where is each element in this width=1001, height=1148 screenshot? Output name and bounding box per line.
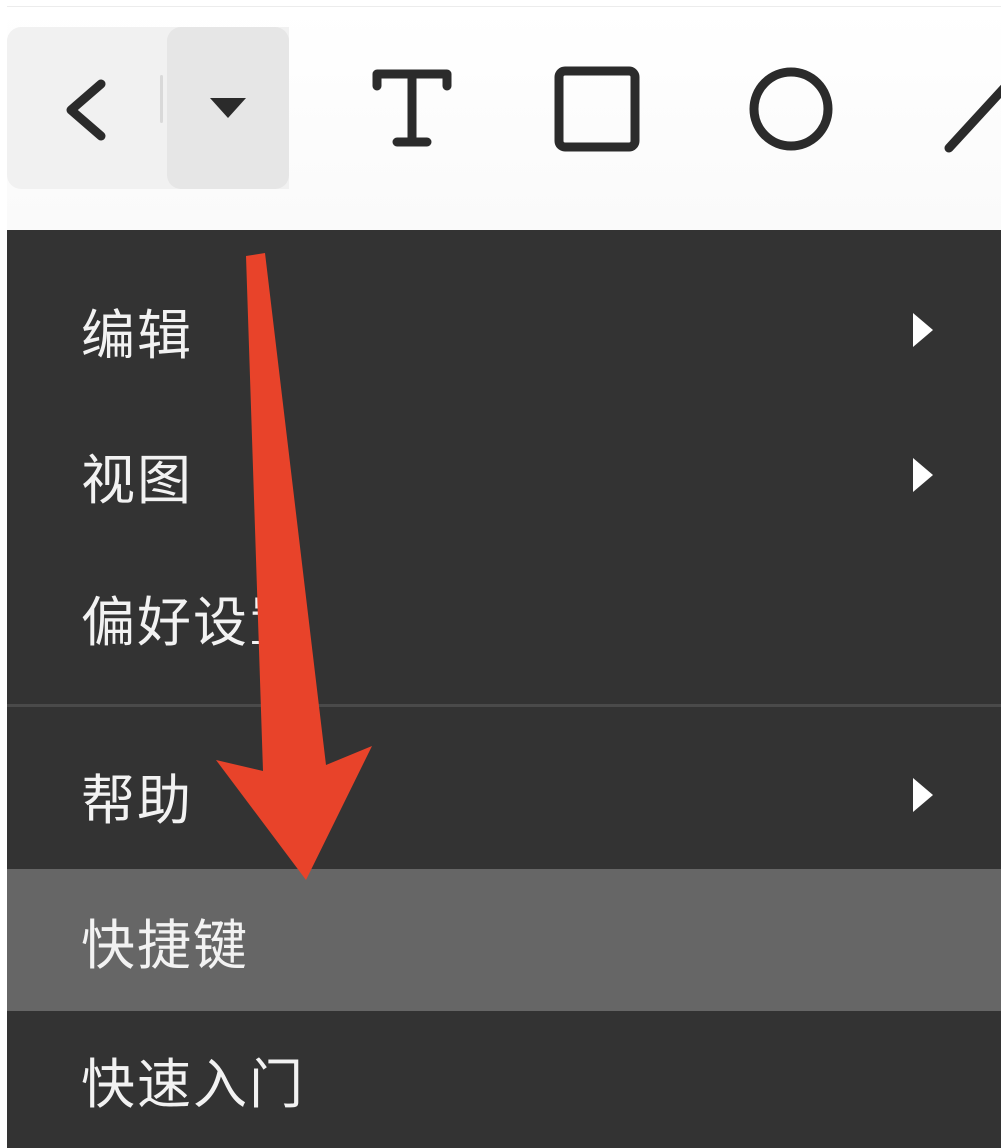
- app-frame: 编辑 视图 偏好设置 帮助 快捷键 快速入门: [0, 0, 1001, 1148]
- menu-item-edit[interactable]: 编辑: [7, 256, 1001, 404]
- menu-item-quick-start[interactable]: 快速入门: [7, 1011, 1001, 1148]
- menu-item-preferences[interactable]: 偏好设置: [7, 546, 1001, 688]
- caret-down-icon: [210, 98, 246, 118]
- toolbar-divider: [160, 75, 163, 123]
- chevron-right-icon: [913, 313, 933, 347]
- chevron-left-icon: [66, 79, 106, 141]
- ellipse-tool-button[interactable]: [729, 47, 853, 171]
- chevron-right-icon: [913, 458, 933, 492]
- text-tool-button[interactable]: [350, 47, 474, 171]
- rectangle-tool-icon: [554, 66, 640, 152]
- menu-item-label: 编辑: [81, 303, 193, 367]
- circle-tool-icon: [749, 67, 833, 151]
- menu-item-label: 帮助: [81, 768, 193, 832]
- rectangle-tool-button[interactable]: [535, 47, 659, 171]
- chevron-right-icon: [913, 778, 933, 812]
- menu-item-label: 快捷键: [81, 913, 249, 977]
- menu-item-help[interactable]: 帮助: [7, 724, 1001, 866]
- menu-divider: [7, 704, 1001, 707]
- menu-item-label: 偏好设置: [81, 590, 305, 654]
- text-tool-icon: [372, 69, 452, 147]
- menu-toggle-button[interactable]: [167, 27, 289, 189]
- toolbar: [7, 6, 1001, 230]
- dropdown-menu: 编辑 视图 偏好设置 帮助 快捷键 快速入门: [7, 230, 1001, 1148]
- menu-item-label: 快速入门: [81, 1053, 305, 1116]
- line-tool-button[interactable]: [937, 47, 1001, 171]
- menu-item-label: 视图: [81, 448, 193, 512]
- menu-item-view[interactable]: 视图: [7, 404, 1001, 546]
- menu-item-shortcuts[interactable]: 快捷键: [7, 869, 1001, 1011]
- line-tool-icon: [944, 84, 1001, 153]
- back-button[interactable]: [27, 29, 147, 191]
